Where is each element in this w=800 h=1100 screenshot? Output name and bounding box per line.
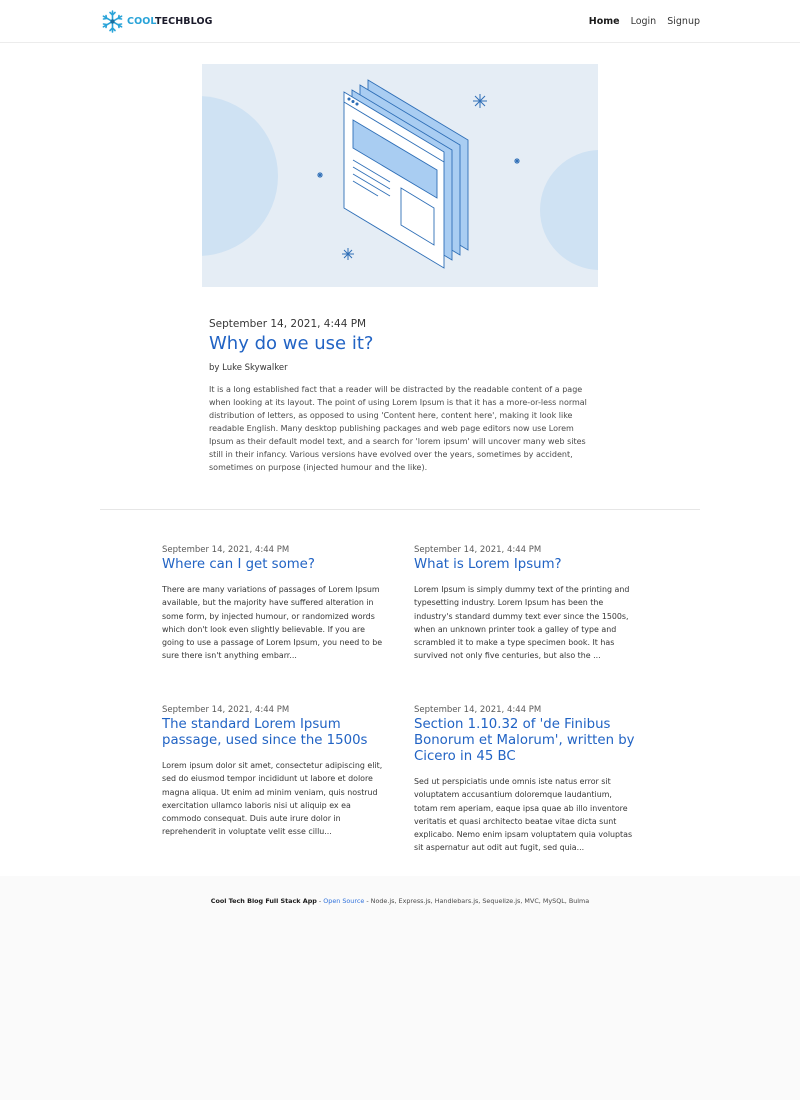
post-title[interactable]: What is Lorem Ipsum? (414, 557, 636, 573)
featured-post-date: September 14, 2021, 4:44 PM (209, 318, 367, 330)
browser-window-illustration (202, 79, 598, 270)
post-excerpt: Lorem Ipsum is simply dummy text of the … (414, 585, 630, 661)
section-divider (100, 509, 700, 510)
footer-text: Cool Tech Blog Full Stack App - Open Sou… (0, 897, 800, 905)
footer (0, 876, 800, 1100)
featured-post-title[interactable]: Why do we use it? (209, 333, 593, 354)
logo-text-techblog: TECHBLOG (155, 16, 213, 27)
post-card: September 14, 2021, 4:44 PM Where can I … (162, 545, 384, 663)
nav-links: Home Login Signup (589, 0, 700, 43)
post-card: September 14, 2021, 4:44 PM What is Lore… (414, 545, 636, 663)
featured-post-author: by Luke Skywalker (209, 363, 288, 373)
post-excerpt: Lorem ipsum dolor sit amet, consectetur … (162, 761, 383, 837)
nav-link-login[interactable]: Login (631, 16, 657, 27)
footer-brand: Cool Tech Blog Full Stack App (210, 897, 317, 905)
featured-post: September 14, 2021, 4:44 PM Why do we us… (209, 318, 593, 474)
logo-text-cool: COOL (127, 16, 156, 27)
post-date: September 14, 2021, 4:44 PM (162, 545, 290, 555)
post-title[interactable]: Where can I get some? (162, 557, 384, 573)
post-card: September 14, 2021, 4:44 PM Section 1.10… (414, 705, 636, 855)
post-date: September 14, 2021, 4:44 PM (414, 705, 542, 715)
post-excerpt: Sed ut perspiciatis unde omnis iste natu… (414, 777, 633, 853)
nav-link-home[interactable]: Home (589, 16, 620, 27)
navbar: COOLTECHBLOG Home Login Signup (0, 0, 800, 43)
post-date: September 14, 2021, 4:44 PM (414, 545, 542, 555)
logo[interactable]: COOLTECHBLOG (100, 9, 213, 34)
post-title[interactable]: Section 1.10.32 of 'de Finibus Bonorum e… (414, 717, 636, 765)
logo-text: COOLTECHBLOG (127, 16, 213, 27)
snowflake-icon (102, 10, 123, 33)
post-excerpt: There are many variations of passages of… (162, 585, 383, 661)
post-date: September 14, 2021, 4:44 PM (162, 705, 290, 715)
post-card: September 14, 2021, 4:44 PM The standard… (162, 705, 384, 839)
post-title[interactable]: The standard Lorem Ipsum passage, used s… (162, 717, 384, 749)
featured-post-body: It is a long established fact that a rea… (209, 385, 587, 472)
footer-open-source-link[interactable]: Open Source (323, 897, 364, 905)
footer-tech-list: Node.js, Express.js, Handlebars.js, Sequ… (370, 897, 590, 905)
nav-link-signup[interactable]: Signup (667, 16, 700, 27)
hero-image (202, 64, 598, 287)
